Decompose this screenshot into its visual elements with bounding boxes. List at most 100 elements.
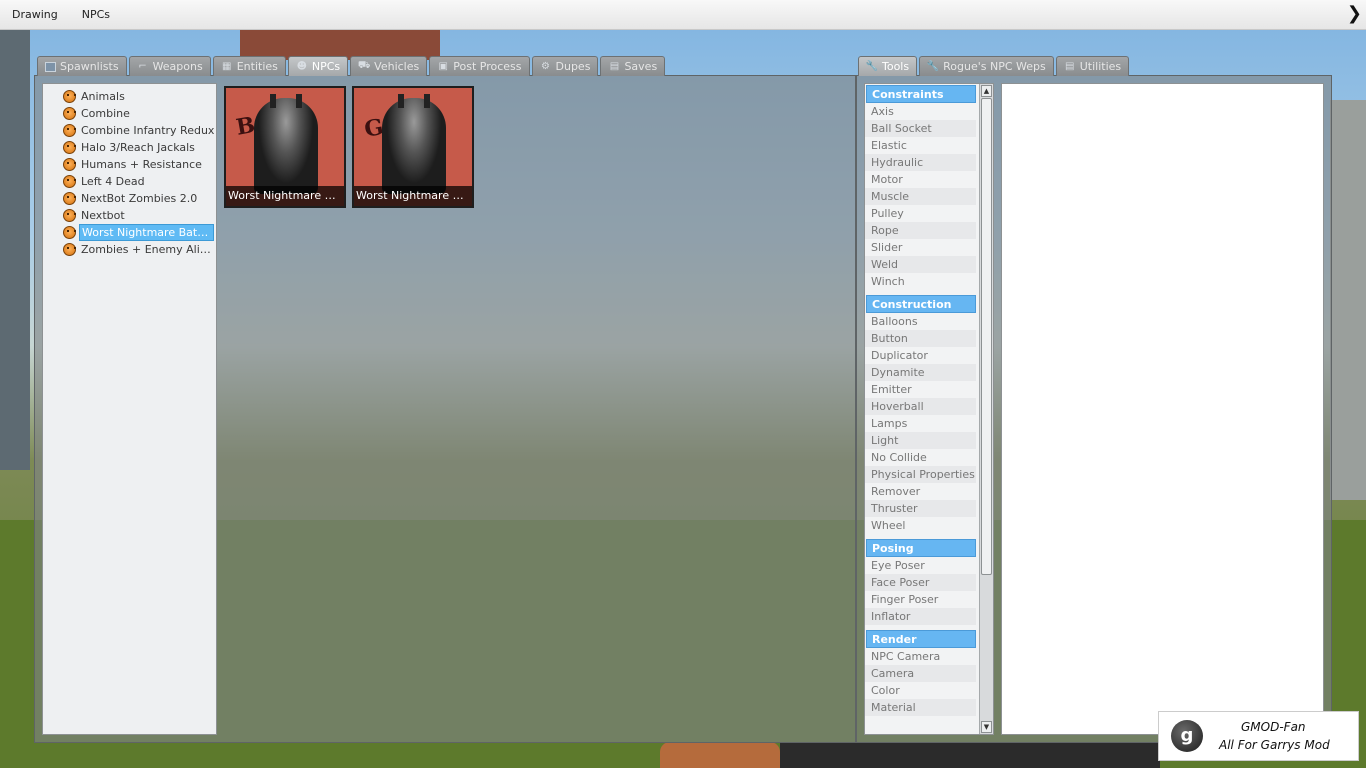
npc-category-animals[interactable]: Animals (43, 88, 216, 105)
tool-group-render: Render NPC Camera Camera Color Material (865, 630, 993, 716)
tool-group-construction: Construction Balloons Button Duplicator Dyna… (865, 295, 993, 534)
tool-item-ball-socket[interactable]: Ball Socket (865, 120, 976, 137)
monkey-face-icon (63, 124, 76, 137)
tab-weapons[interactable]: ⌐ Weapons (128, 56, 211, 76)
tab-spawnlists[interactable]: Spawnlists (37, 56, 127, 76)
npc-spawn-caption: Worst Nightmare BatM... (354, 186, 472, 206)
monkey-face-icon (63, 107, 76, 120)
tab-label: Post Process (453, 60, 522, 73)
tool-item-no-collide[interactable]: No Collide (865, 449, 976, 466)
scroll-up-arrow-icon[interactable]: ▲ (981, 85, 992, 97)
npc-category-zombies-enemy-aliens[interactable]: Zombies + Enemy Aliens (43, 241, 216, 258)
npc-category-worst-nightmare-batman[interactable]: Worst Nightmare BatMan... (43, 224, 216, 241)
tab-label: Weapons (152, 60, 203, 73)
tab-label: NPCs (311, 60, 341, 73)
tab-vehicles[interactable]: ⛟ Vehicles (350, 56, 428, 76)
scene-building-left (0, 30, 30, 470)
npc-category-nextbot-zombies-2-0[interactable]: NextBot Zombies 2.0 (43, 190, 216, 207)
menu-drawing[interactable]: Drawing (0, 8, 70, 21)
page-icon: ▤ (1064, 61, 1075, 72)
tool-item-light[interactable]: Light (865, 432, 976, 449)
gmod-fan-watermark: g GMOD-Fan All For Garrys Mod (1158, 711, 1359, 761)
tool-item-inflator[interactable]: Inflator (865, 608, 976, 625)
menu-npcs[interactable]: NPCs (70, 8, 122, 21)
monkey-face-icon: ☻ (296, 61, 308, 72)
tab-dupes[interactable]: ⚙ Dupes (531, 56, 599, 76)
tool-item-eye-poser[interactable]: Eye Poser (865, 557, 976, 574)
bricks-icon: ▦ (221, 61, 232, 72)
tab-npcs[interactable]: ☻ NPCs (287, 56, 349, 76)
tool-item-motor[interactable]: Motor (865, 171, 976, 188)
tool-item-emitter[interactable]: Emitter (865, 381, 976, 398)
tool-category-render[interactable]: Render (866, 630, 976, 648)
tool-item-duplicator[interactable]: Duplicator (865, 347, 976, 364)
context-menubar: Drawing NPCs ❯ (0, 0, 1366, 30)
tab-entities[interactable]: ▦ Entities (212, 56, 286, 76)
tool-item-balloons[interactable]: Balloons (865, 313, 976, 330)
npc-category-combine[interactable]: Combine (43, 105, 216, 122)
tool-item-slider[interactable]: Slider (865, 239, 976, 256)
npc-icon-grid: BADWorst Nightmare BatM...GOODWorst Nigh… (224, 86, 474, 208)
tool-item-lamps[interactable]: Lamps (865, 415, 976, 432)
tool-group-constraints: Constraints Axis Ball Socket Elastic Hydraul… (865, 85, 993, 290)
gun-icon: ⌐ (138, 61, 147, 72)
tab-utilities[interactable]: ▤ Utilities (1055, 56, 1130, 76)
tool-item-face-poser[interactable]: Face Poser (865, 574, 976, 591)
batman-ears-icon (270, 94, 302, 108)
npc-spawn-icon[interactable]: BADWorst Nightmare BatM... (224, 86, 346, 208)
tool-category-constraints[interactable]: Constraints (866, 85, 976, 103)
scroll-down-arrow-icon[interactable]: ▼ (981, 721, 992, 733)
npc-category-label: Halo 3/Reach Jackals (81, 141, 195, 154)
tool-item-thruster[interactable]: Thruster (865, 500, 976, 517)
npc-category-humans-resistance[interactable]: Humans + Resistance (43, 156, 216, 173)
monkey-face-icon (63, 90, 76, 103)
tool-list: Constraints Axis Ball Socket Elastic Hydraul… (864, 83, 994, 735)
monkey-face-icon (63, 158, 76, 171)
tool-category-construction[interactable]: Construction (866, 295, 976, 313)
tool-item-pulley[interactable]: Pulley (865, 205, 976, 222)
tool-item-camera[interactable]: Camera (865, 665, 976, 682)
tool-item-npc-camera[interactable]: NPC Camera (865, 648, 976, 665)
tool-item-muscle[interactable]: Muscle (865, 188, 976, 205)
tool-item-finger-poser[interactable]: Finger Poser (865, 591, 976, 608)
monkey-face-icon (63, 141, 76, 154)
tool-list-scrollbar[interactable]: ▲ ▼ (979, 84, 993, 734)
tool-item-material[interactable]: Material (865, 699, 976, 716)
tool-category-posing[interactable]: Posing (866, 539, 976, 557)
tool-item-rope[interactable]: Rope (865, 222, 976, 239)
npc-category-label: Humans + Resistance (81, 158, 202, 171)
tool-item-wheel[interactable]: Wheel (865, 517, 976, 534)
npc-category-label: Animals (81, 90, 125, 103)
tool-item-hydraulic[interactable]: Hydraulic (865, 154, 976, 171)
tool-item-color[interactable]: Color (865, 682, 976, 699)
scene-player-hand (660, 742, 780, 768)
tool-item-physical-properties[interactable]: Physical Properties (865, 466, 976, 483)
chevron-right-icon[interactable]: ❯ (1347, 3, 1362, 24)
tool-item-weld[interactable]: Weld (865, 256, 976, 273)
npc-category-nextbot[interactable]: Nextbot (43, 207, 216, 224)
tab-rogue-s-npc-weps[interactable]: 🔧 Rogue's NPC Weps (919, 56, 1054, 76)
npc-category-label: Zombies + Enemy Aliens (81, 243, 216, 256)
monkey-face-icon (63, 209, 76, 222)
tool-item-hoverball[interactable]: Hoverball (865, 398, 976, 415)
tab-tools[interactable]: 🔧 Tools (858, 56, 918, 76)
tool-item-remover[interactable]: Remover (865, 483, 976, 500)
monkey-face-icon (63, 243, 76, 256)
npc-category-left-4-dead[interactable]: Left 4 Dead (43, 173, 216, 190)
tool-item-dynamite[interactable]: Dynamite (865, 364, 976, 381)
tool-item-winch[interactable]: Winch (865, 273, 976, 290)
tool-item-button[interactable]: Button (865, 330, 976, 347)
npc-category-halo-3-reach-jackals[interactable]: Halo 3/Reach Jackals (43, 139, 216, 156)
tool-item-axis[interactable]: Axis (865, 103, 976, 120)
npc-category-label: Worst Nightmare BatMan... (79, 224, 214, 241)
scrollbar-thumb[interactable] (981, 98, 992, 575)
tool-item-elastic[interactable]: Elastic (865, 137, 976, 154)
tab-post-process[interactable]: ▣ Post Process (429, 56, 530, 76)
grid-icon (45, 61, 56, 72)
npc-spawn-icon[interactable]: GOODWorst Nightmare BatM... (352, 86, 474, 208)
tab-label: Utilities (1079, 60, 1122, 73)
tab-label: Saves (624, 60, 658, 73)
npc-category-combine-infantry-redux[interactable]: Combine Infantry Redux (43, 122, 216, 139)
tab-label: Entities (236, 60, 278, 73)
tab-saves[interactable]: ▤ Saves (600, 56, 666, 76)
